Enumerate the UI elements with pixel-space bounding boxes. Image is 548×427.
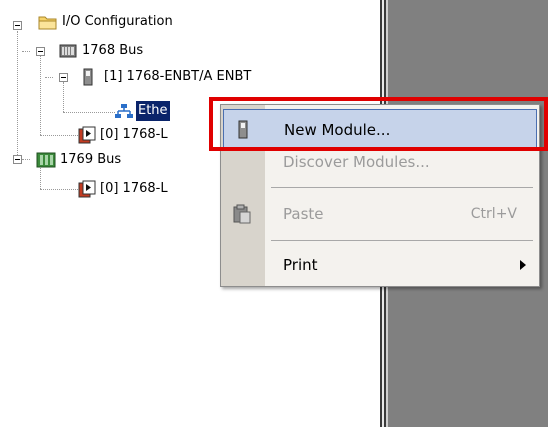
- controller-icon: [78, 180, 96, 198]
- chassis-icon: [36, 152, 56, 168]
- tree-node-ethernet[interactable]: Ethe: [0, 101, 230, 121]
- menu-item-label: Paste: [283, 205, 324, 223]
- paste-icon: [233, 204, 251, 224]
- tree-node-label: 1768 Bus: [82, 43, 144, 58]
- tree-node-label: [0] 1768-L: [100, 181, 168, 196]
- tree-node-1769-bus[interactable]: 1769 Bus: [0, 150, 220, 170]
- tree-node-1768-bus[interactable]: 1768 Bus: [0, 41, 220, 61]
- chevron-right-icon: [520, 260, 526, 270]
- tree-node-label: [0] 1768-L: [100, 127, 168, 142]
- menu-separator: [271, 187, 533, 188]
- tree-node-io-configuration[interactable]: I/O Configuration: [0, 12, 240, 32]
- tree-node-label: I/O Configuration: [62, 14, 173, 29]
- tree-node-label: [1] 1768-ENBT/A ENBT: [104, 69, 252, 84]
- controller-icon: [78, 126, 96, 144]
- menu-item-new-module[interactable]: New Module...: [223, 109, 537, 149]
- chassis-icon: [59, 44, 77, 58]
- menu-item-label: Discover Modules...: [283, 153, 430, 171]
- tree-node-controller[interactable]: [0] 1768-L: [0, 179, 220, 199]
- new-module-icon: [238, 120, 248, 139]
- tree-node-label: 1769 Bus: [60, 152, 122, 167]
- module-icon: [83, 68, 93, 86]
- menu-separator: [271, 240, 533, 241]
- context-menu: New Module... Discover Modules... Paste …: [220, 104, 540, 287]
- tree-node-controller[interactable]: [0] 1768-L: [0, 125, 220, 145]
- collapse-icon[interactable]: [13, 21, 22, 30]
- tree-node-label: Ethe: [136, 101, 170, 121]
- folder-icon: [38, 16, 57, 30]
- collapse-icon[interactable]: [36, 47, 45, 56]
- tree-node-enbt[interactable]: [1] 1768-ENBT/A ENBT: [0, 67, 260, 87]
- menu-item-print[interactable]: Print: [223, 245, 537, 285]
- network-icon: [115, 104, 133, 118]
- collapse-icon[interactable]: [59, 73, 68, 82]
- menu-item-label: Print: [283, 256, 318, 274]
- menu-item-discover-modules[interactable]: Discover Modules...: [223, 144, 537, 180]
- menu-item-shortcut: Ctrl+V: [470, 206, 517, 222]
- collapse-icon[interactable]: [13, 155, 22, 164]
- menu-item-paste[interactable]: Paste Ctrl+V: [223, 194, 537, 234]
